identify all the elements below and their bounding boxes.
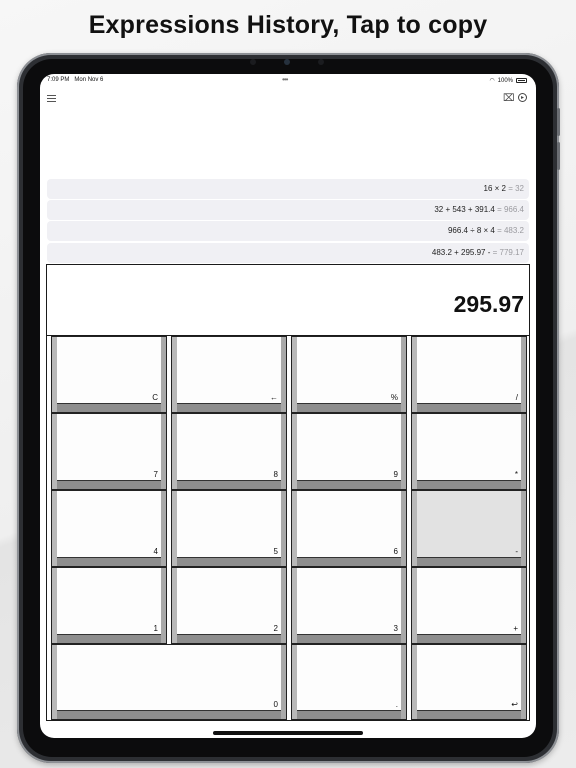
digit-6-button[interactable]: 6 — [291, 490, 407, 567]
key-label: 1 — [153, 624, 158, 633]
play-circle-icon[interactable]: ▸ — [518, 93, 527, 102]
digit-8-button[interactable]: 8 — [171, 413, 287, 490]
home-indicator[interactable] — [213, 731, 363, 735]
key-label: % — [390, 393, 398, 402]
key-label: / — [515, 393, 518, 402]
key-label: 5 — [273, 547, 278, 556]
history-result: = 483.2 — [497, 226, 524, 235]
decimal-button[interactable]: . — [291, 644, 407, 720]
digit-1-button[interactable]: 1 — [51, 567, 167, 644]
wifi-icon: ◠ — [489, 78, 495, 84]
divide-button[interactable]: / — [411, 336, 527, 413]
clear-button[interactable]: C — [51, 336, 167, 413]
status-bar: 7:09 PM Mon Nov 6 ••• ◠ 100% — [40, 74, 536, 88]
key-label: 7 — [153, 470, 158, 479]
result-display: 295.97 — [46, 264, 530, 336]
key-label: ↩ — [511, 700, 518, 709]
key-label: 3 — [393, 624, 398, 633]
minus-button[interactable]: - — [411, 490, 527, 567]
key-label: 4 — [153, 547, 158, 556]
plus-button[interactable]: + — [411, 567, 527, 644]
app-screen: 7:09 PM Mon Nov 6 ••• ◠ 100% ⌧ ▸ 16 × 2 … — [40, 74, 536, 738]
history-row[interactable]: 16 × 2 = 32 — [47, 179, 529, 199]
display-value: 295.97 — [453, 291, 524, 317]
history-expression: 32 + 543 + 391.4 — [434, 205, 495, 214]
battery-percent: 100% — [497, 77, 513, 84]
digit-4-button[interactable]: 4 — [51, 490, 167, 567]
status-time: 7:09 PM Mon Nov 6 — [47, 77, 104, 83]
history-row[interactable]: 483.2 + 295.97 - = 779.17 — [47, 243, 529, 263]
percent-button[interactable]: % — [291, 336, 407, 413]
key-label: * — [514, 470, 518, 479]
history-result: = 966.4 — [497, 205, 524, 214]
key-label: 9 — [393, 470, 398, 479]
key-label: . — [395, 700, 398, 709]
key-label: + — [513, 624, 518, 633]
digit-9-button[interactable]: 9 — [291, 413, 407, 490]
battery-icon — [516, 78, 527, 83]
volume-button-bottom — [557, 142, 560, 170]
history-expression: 966.4 ÷ 8 × 4 — [447, 226, 495, 235]
multiply-button[interactable]: * — [411, 413, 527, 490]
key-label: ← — [270, 393, 278, 402]
key-label: 2 — [273, 624, 278, 633]
digit-2-button[interactable]: 2 — [171, 567, 287, 644]
promo-headline: Expressions History, Tap to copy — [88, 11, 488, 39]
key-label: 6 — [393, 547, 398, 556]
list-menu-icon[interactable] — [47, 95, 56, 104]
volume-button-top — [557, 108, 560, 136]
history-result: = 779.17 — [492, 248, 524, 257]
digit-0-button[interactable]: 0 — [51, 644, 287, 720]
history-row[interactable]: 966.4 ÷ 8 × 4 = 483.2 — [47, 221, 529, 241]
history-result: = 32 — [508, 184, 524, 193]
history-row[interactable]: 32 + 543 + 391.4 = 966.4 — [47, 200, 529, 220]
backspace-button[interactable]: ← — [171, 336, 287, 413]
digit-7-button[interactable]: 7 — [51, 413, 167, 490]
camera-lens — [284, 59, 290, 65]
keypad: C ← % / 7 8 9 * 4 5 6 - 1 2 3 + 0 . ↩ — [46, 335, 530, 721]
key-label: C — [152, 393, 158, 402]
digit-5-button[interactable]: 5 — [171, 490, 287, 567]
status-right: ◠ 100% — [489, 77, 527, 84]
camera-sensor — [318, 59, 324, 65]
history-expression: 483.2 + 295.97 - — [431, 248, 491, 257]
enter-button[interactable]: ↩ — [411, 644, 527, 720]
key-label: 0 — [273, 700, 278, 709]
camera-sensor — [250, 59, 256, 65]
key-label: 8 — [273, 470, 278, 479]
history-expression: 16 × 2 — [483, 184, 506, 193]
broom-icon[interactable]: ⌧ — [503, 94, 515, 104]
key-label: - — [515, 547, 518, 556]
digit-3-button[interactable]: 3 — [291, 567, 407, 644]
multitasking-dots-icon[interactable]: ••• — [282, 75, 288, 84]
